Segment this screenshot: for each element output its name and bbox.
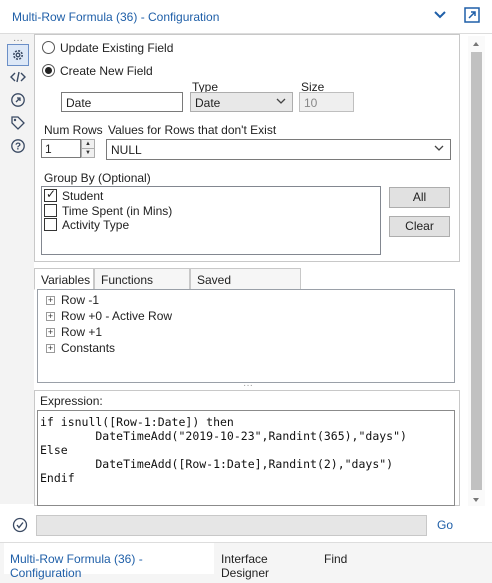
expression-label: Expression:	[40, 394, 103, 408]
tab-functions[interactable]: Functions	[94, 268, 190, 290]
gear-icon[interactable]	[7, 44, 29, 66]
tree-item-row-minus-1[interactable]: + Row -1	[46, 292, 99, 308]
left-toolbar: ··· ?	[0, 34, 34, 504]
expression-editor[interactable]: if isnull([Row-1:Date]) then DateTimeAdd…	[37, 410, 455, 506]
values-label: Values for Rows that don't Exist	[108, 123, 277, 137]
expression-tabs: Variables Functions Saved Expressions	[34, 268, 460, 301]
values-select[interactable]: NULL	[106, 139, 451, 160]
footer-tabs: Multi-Row Formula (36) - Configuration I…	[0, 542, 492, 583]
create-new-radio[interactable]	[42, 64, 55, 77]
chevron-down-icon	[276, 95, 286, 110]
tree-item-label: Row -1	[61, 293, 100, 307]
expand-plus-icon[interactable]: +	[46, 311, 55, 321]
values-selected: NULL	[111, 143, 142, 157]
vertical-scrollbar[interactable]	[468, 36, 485, 506]
type-value: Date	[195, 96, 221, 110]
tree-item-constants[interactable]: + Constants	[46, 340, 115, 356]
num-rows-value: 1	[45, 142, 52, 156]
code-icon[interactable]	[9, 68, 27, 86]
group-by-checkbox-activity-type[interactable]	[44, 218, 57, 231]
scroll-down-icon[interactable]	[471, 494, 481, 508]
type-select[interactable]: Date	[190, 92, 293, 112]
update-existing-label[interactable]: Update Existing Field	[60, 41, 173, 55]
variables-tree[interactable]: + Row -1 + Row +0 - Active Row + Row +1 …	[37, 289, 455, 383]
scroll-up-icon[interactable]	[471, 38, 481, 52]
expand-icon[interactable]	[9, 91, 27, 109]
tag-icon[interactable]	[9, 114, 27, 132]
check-icon	[12, 517, 28, 536]
num-rows-down-button[interactable]: ▼	[81, 148, 95, 158]
footer-tab-interface-designer[interactable]: Interface Designer	[215, 543, 317, 580]
create-new-label[interactable]: Create New Field	[60, 64, 153, 78]
size-value: 10	[304, 96, 318, 110]
clear-button[interactable]: Clear	[389, 216, 450, 237]
footer-tab-configuration[interactable]: Multi-Row Formula (36) - Configuration	[4, 543, 214, 580]
expand-plus-icon[interactable]: +	[46, 327, 55, 337]
tree-item-row-plus-1[interactable]: + Row +1	[46, 324, 102, 340]
expand-plus-icon[interactable]: +	[46, 295, 55, 305]
help-icon[interactable]: ?	[9, 137, 27, 155]
tree-item-label: Row +0 - Active Row	[61, 309, 173, 323]
group-by-item-label: Time Spent (in Mins)	[62, 204, 173, 218]
group-by-checkbox-student[interactable]	[44, 187, 57, 202]
num-rows-input[interactable]: 1	[41, 139, 81, 158]
chevron-down-icon[interactable]	[434, 9, 446, 23]
tree-item-label: Constants	[61, 341, 116, 355]
tree-item-label: Row +1	[61, 325, 103, 339]
all-button[interactable]: All	[389, 187, 450, 208]
go-button[interactable]: Go	[437, 518, 453, 532]
group-by-checkbox-time-spent[interactable]	[44, 204, 57, 217]
tab-saved-expressions[interactable]: Saved Expressions	[190, 268, 301, 301]
size-input[interactable]: 10	[299, 92, 354, 112]
expand-plus-icon[interactable]: +	[46, 343, 55, 353]
group-by-item-label: Activity Type	[62, 218, 130, 232]
group-by-item-label: Student	[62, 189, 104, 203]
scrollbar-thumb[interactable]	[471, 52, 482, 490]
svg-text:?: ?	[15, 142, 21, 153]
field-name-input[interactable]: Date	[61, 92, 183, 112]
expression-status-field	[36, 515, 427, 536]
dock-icon[interactable]	[464, 7, 480, 26]
chevron-down-icon	[434, 142, 444, 157]
window-title: Multi-Row Formula (36) - Configuration	[12, 10, 220, 24]
tab-variables[interactable]: Variables	[34, 268, 94, 290]
footer-tab-find[interactable]: Find	[318, 543, 354, 574]
group-by-label: Group By (Optional)	[44, 171, 151, 185]
num-rows-label: Num Rows	[44, 123, 103, 137]
field-name-value: Date	[66, 96, 92, 110]
update-existing-radio[interactable]	[42, 41, 55, 54]
tree-item-row-active[interactable]: + Row +0 - Active Row	[46, 308, 172, 324]
title-bar: Multi-Row Formula (36) - Configuration	[0, 0, 492, 34]
